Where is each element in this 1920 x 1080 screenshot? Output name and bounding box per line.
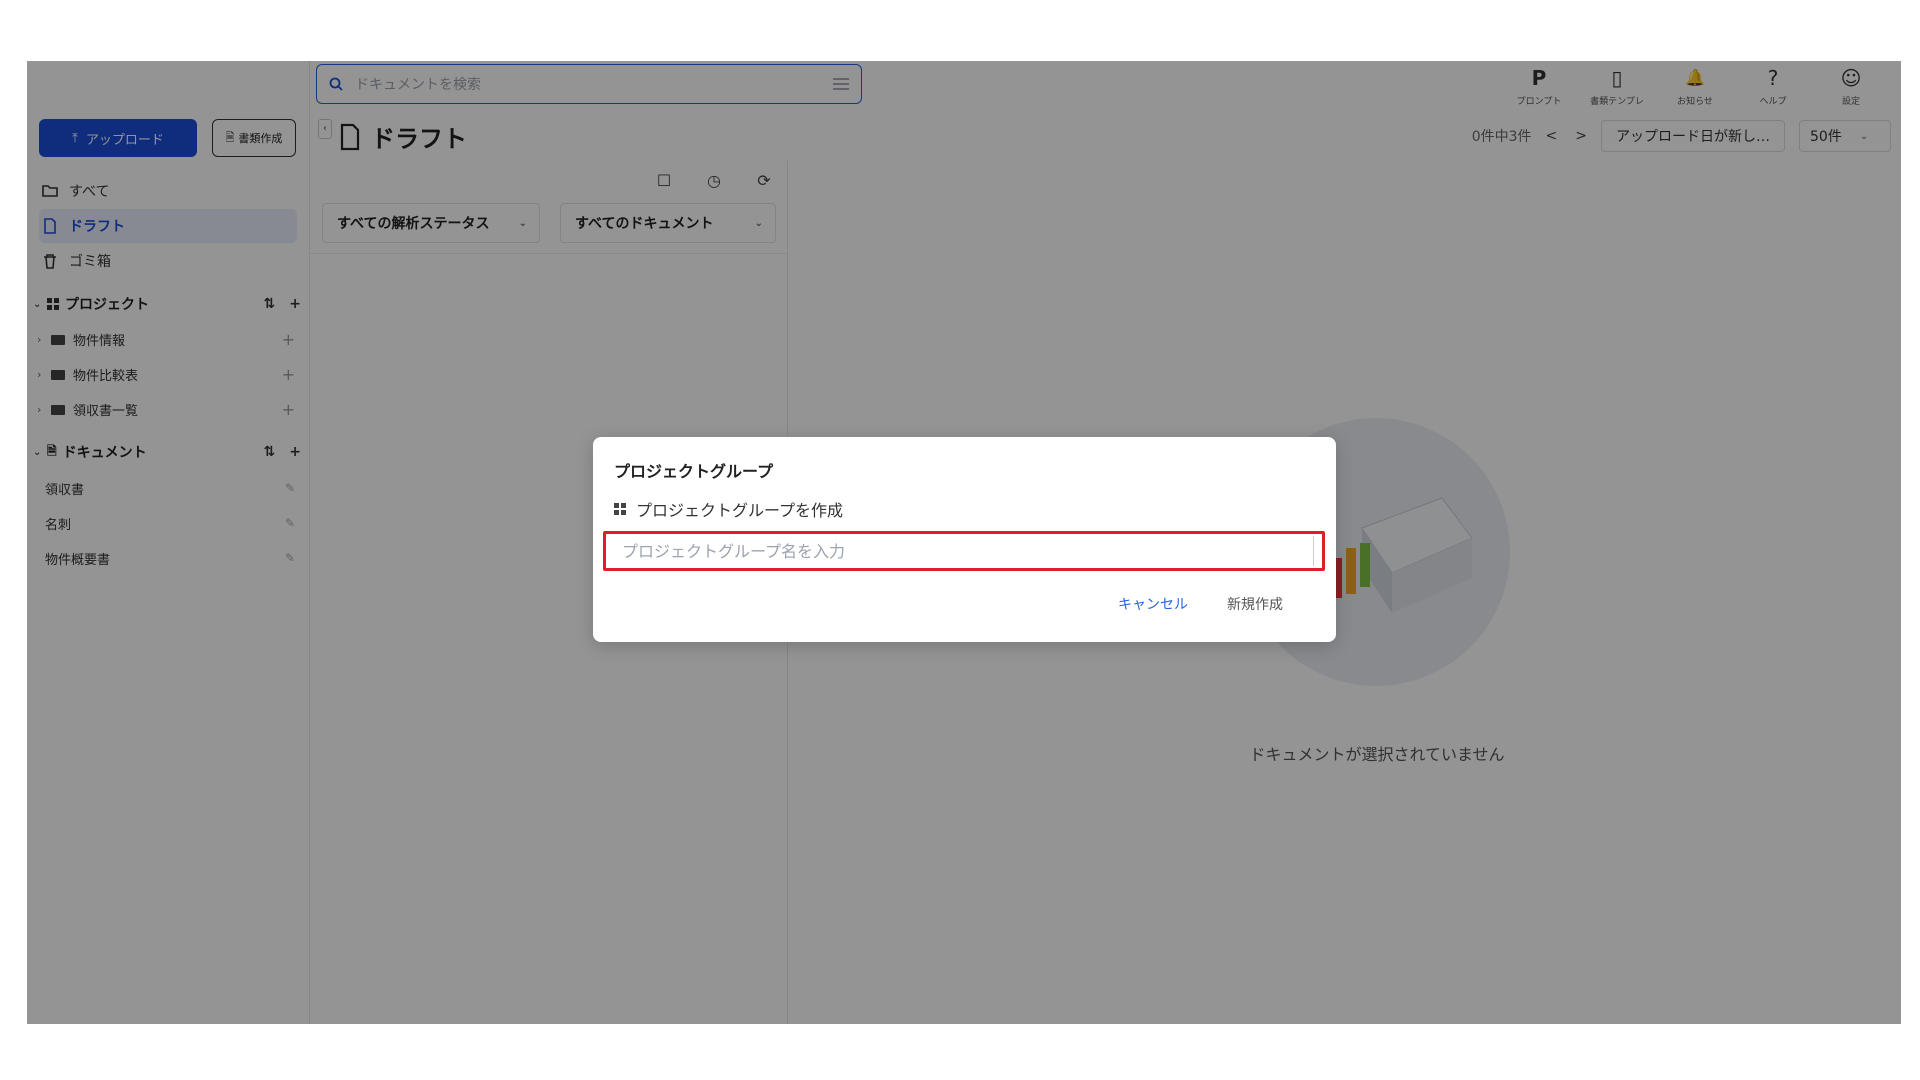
project-group-name-field-highlight (603, 531, 1325, 571)
cancel-button[interactable]: キャンセル (1118, 594, 1188, 614)
dialog-subtitle: プロジェクトグループを作成 (614, 497, 843, 521)
create-button[interactable]: 新規作成 (1227, 594, 1283, 614)
app-window: ⤒ アップロード 🗎 書類作成 すべて ドラフト ゴミ箱 ⌄ プロジェクト ⇅ … (27, 61, 1901, 1024)
dialog-subtitle-text: プロジェクトグループを作成 (636, 501, 844, 520)
grid-icon (614, 503, 626, 515)
project-group-name-input[interactable] (614, 536, 1314, 566)
create-project-group-dialog: プロジェクトグループ プロジェクトグループを作成 キャンセル 新規作成 (593, 437, 1336, 642)
dialog-title: プロジェクトグループ (614, 462, 774, 481)
